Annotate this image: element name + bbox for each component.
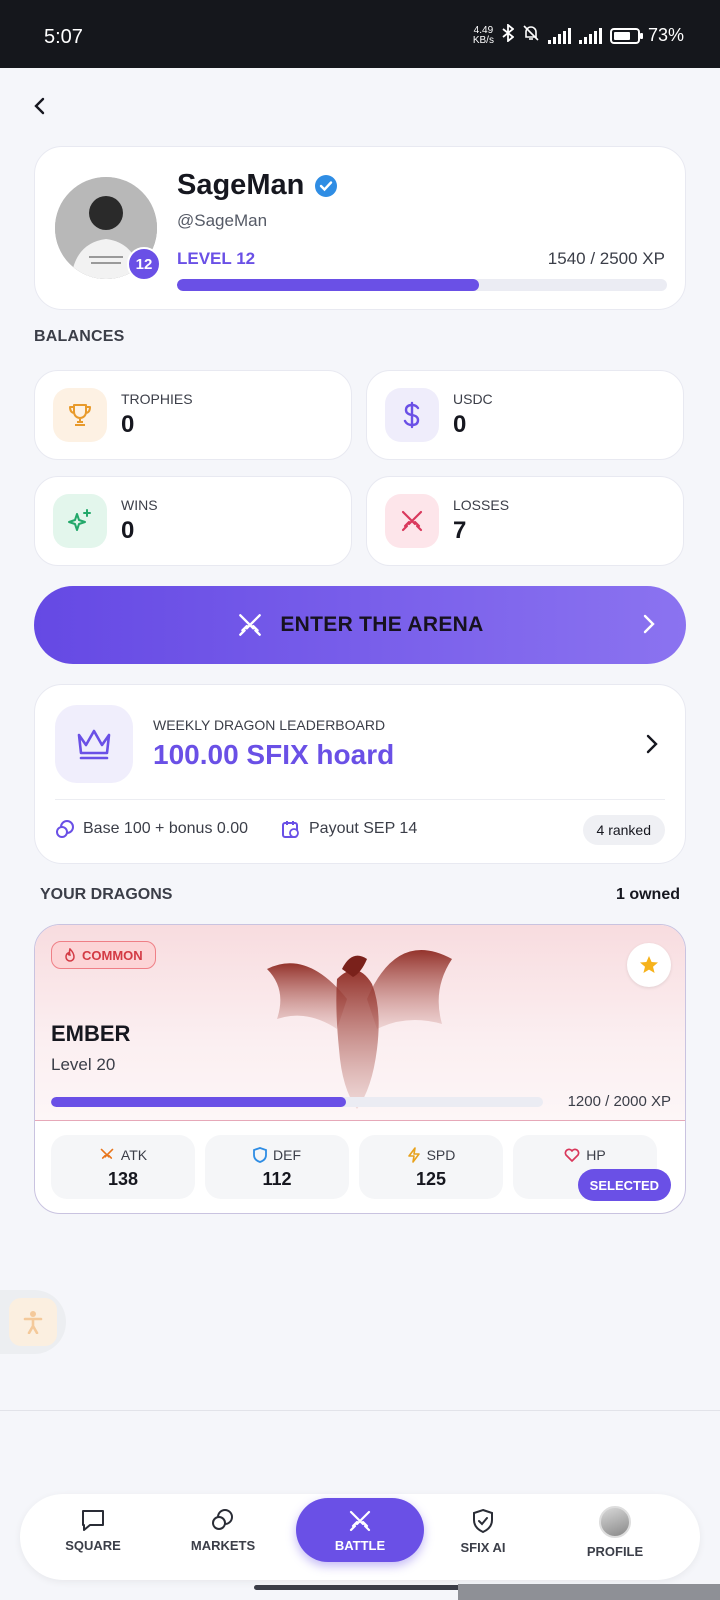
crown-icon — [55, 705, 133, 783]
favorite-button[interactable] — [627, 943, 671, 987]
battery-percent: 73% — [647, 25, 684, 45]
swords-icon — [349, 1510, 371, 1531]
nav-battle[interactable]: BATTLE — [296, 1498, 424, 1562]
stat-label: WINS — [121, 497, 158, 513]
stat-value: 0 — [121, 411, 135, 438]
net-speed: 4.49 KB/s — [472, 24, 494, 46]
bell-off-icon — [522, 24, 540, 47]
signal-icon-2 — [578, 27, 602, 44]
level-badge: 12 — [127, 247, 161, 281]
stat-atk: ATK 138 — [51, 1135, 195, 1199]
shield-check-icon — [473, 1508, 493, 1534]
leaderboard-base: Base 100 + bonus 0.00 — [55, 819, 248, 839]
lightning-icon — [407, 1147, 420, 1163]
leaderboard-label: WEEKLY DRAGON LEADERBOARD — [153, 717, 386, 733]
trophy-icon — [53, 388, 107, 442]
flame-icon — [65, 948, 75, 962]
heart-icon — [564, 1148, 580, 1162]
divider — [55, 799, 665, 800]
stat-spd: SPD 125 — [359, 1135, 503, 1199]
dragon-hero: COMMON EMBER Level 20 1200 / 2000 XP — [35, 925, 685, 1121]
nav-sfix-ai[interactable]: SFIX AI — [428, 1508, 538, 1555]
dragons-title: YOUR DRAGONS — [40, 886, 173, 903]
stat-value: 7 — [453, 517, 467, 544]
home-indicator — [254, 1585, 466, 1590]
floating-assistant-button[interactable] — [0, 1290, 66, 1354]
xp-text: 1540 / 2500 XP — [547, 249, 665, 268]
swords-icon — [239, 614, 262, 636]
dragon-xp-bar — [51, 1097, 543, 1107]
profile-card: 12 SageMan @SageMan LEVEL 12 1540 / 2500… — [34, 146, 686, 310]
selected-badge: SELECTED — [577, 1169, 671, 1201]
ranked-badge: 4 ranked — [582, 815, 665, 845]
stat-card-losses[interactable]: LOSSES 7 — [366, 476, 684, 566]
dollar-icon — [385, 388, 439, 442]
stat-card-wins[interactable]: WINS 0 — [34, 476, 352, 566]
balances-title: BALANCES — [34, 328, 125, 345]
dragon-card[interactable]: COMMON EMBER Level 20 1200 / 2000 XP ATK… — [34, 924, 686, 1214]
bluetooth-icon — [502, 23, 515, 47]
leaderboard-payout: Payout SEP 14 — [281, 819, 417, 839]
dragons-header: YOUR DRAGONS 1 owned — [40, 886, 680, 904]
verified-badge-icon — [315, 174, 338, 197]
divider — [0, 1410, 720, 1411]
rarity-badge: COMMON — [51, 941, 156, 969]
enter-arena-button[interactable]: ENTER THE ARENA — [34, 586, 686, 664]
swords-icon — [100, 1148, 114, 1159]
xp-progress-fill — [177, 279, 479, 291]
status-time: 5:07 — [44, 26, 83, 48]
xp-progress-bar — [177, 279, 667, 291]
nav-markets[interactable]: MARKETS — [168, 1508, 278, 1553]
dragon-xp-fill — [51, 1097, 347, 1107]
sparkle-icon — [53, 494, 107, 548]
bottom-nav: SQUARE MARKETS BATTLE SFIX AI PROFILE — [20, 1494, 700, 1580]
owned-count: 1 owned — [615, 886, 680, 903]
enter-arena-label: ENTER THE ARENA — [280, 613, 484, 636]
status-icons: 4.49 KB/s 73% — [472, 23, 684, 47]
chevron-left-icon — [34, 97, 45, 115]
handle: @SageMan — [177, 211, 268, 230]
stat-label: USDC — [453, 391, 493, 407]
chevron-right-icon — [646, 734, 658, 754]
stat-value: 0 — [121, 517, 135, 544]
coins-icon — [56, 820, 74, 838]
chevron-right-icon — [643, 614, 655, 634]
battery-icon — [609, 27, 643, 44]
signal-icon — [547, 27, 571, 44]
stat-def: DEF 112 — [205, 1135, 349, 1199]
dragon-xp-text: 1200 / 2000 XP — [567, 1093, 671, 1110]
stat-label: TROPHIES — [121, 391, 193, 407]
avatar — [599, 1506, 631, 1538]
star-icon — [640, 956, 658, 973]
back-button[interactable] — [26, 92, 54, 120]
username: SageMan — [177, 169, 338, 202]
stat-card-usdc[interactable]: USDC 0 — [366, 370, 684, 460]
accessibility-icon — [9, 1298, 57, 1346]
dragon-name: EMBER — [51, 1021, 131, 1046]
chat-icon — [82, 1510, 104, 1531]
swords-icon — [385, 494, 439, 548]
shield-icon — [253, 1147, 267, 1163]
calendar-clock-icon — [282, 821, 299, 838]
level-label: LEVEL 12 — [177, 249, 256, 268]
stat-label: LOSSES — [453, 497, 510, 513]
gesture-area — [458, 1584, 720, 1600]
status-bar: 5:07 4.49 KB/s 73% — [0, 0, 720, 68]
nav-profile[interactable]: PROFILE — [560, 1506, 670, 1559]
nav-square[interactable]: SQUARE — [38, 1508, 148, 1553]
stat-card-trophies[interactable]: TROPHIES 0 — [34, 370, 352, 460]
dragon-image — [267, 950, 452, 1109]
coins-icon — [212, 1509, 233, 1530]
leaderboard-card[interactable]: WEEKLY DRAGON LEADERBOARD 100.00 SFIX ho… — [34, 684, 686, 864]
dragon-level: Level 20 — [51, 1055, 116, 1074]
leaderboard-value: 100.00 SFIX hoard — [153, 739, 395, 770]
stat-value: 0 — [453, 411, 467, 438]
